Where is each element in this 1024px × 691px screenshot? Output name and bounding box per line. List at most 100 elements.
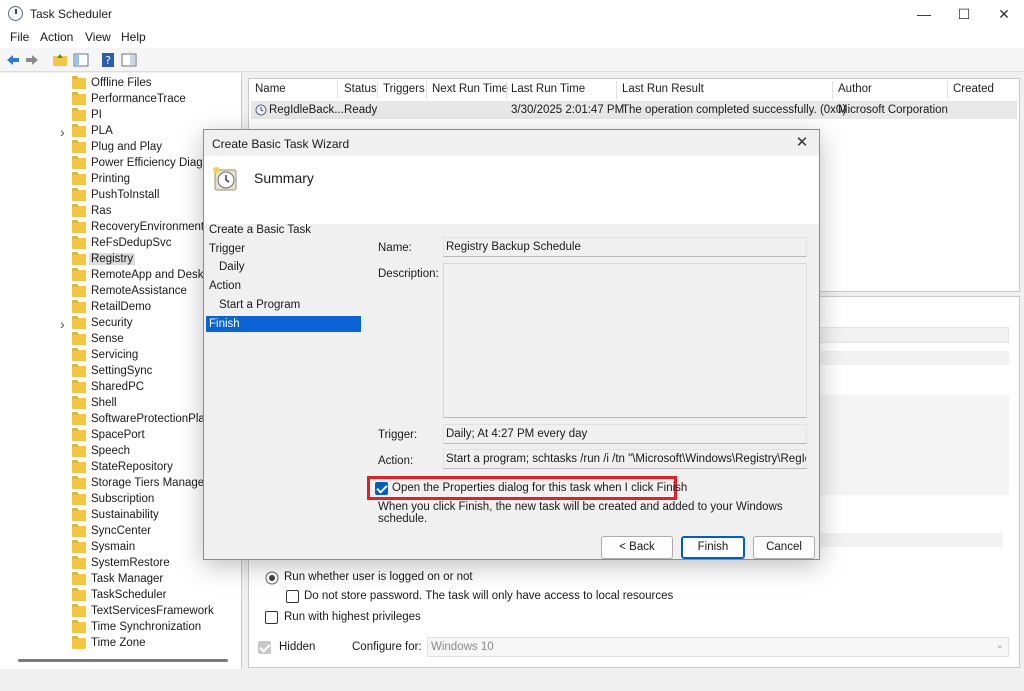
- action-field[interactable]: Start a program; schtasks /run /i /tn "\…: [443, 449, 807, 469]
- column-name[interactable]: Name: [255, 83, 286, 95]
- tree-item[interactable]: PI: [72, 108, 241, 124]
- tree-item-label: PerformanceTrace: [91, 93, 186, 105]
- column-author[interactable]: Author: [838, 83, 872, 95]
- folder-icon: [72, 588, 86, 601]
- minimize-button[interactable]: —: [904, 0, 944, 28]
- wizard-heading: Summary: [254, 170, 314, 186]
- tree-item-label: ReFsDedupSvc: [91, 237, 172, 249]
- create-basic-task-wizard: Create Basic Task Wizard ✕ Summary Name:…: [203, 129, 820, 560]
- name-field[interactable]: Registry Backup Schedule: [443, 237, 807, 257]
- folder-icon: [72, 188, 86, 201]
- configure-for-select[interactable]: Windows 10 ⌄: [427, 637, 1009, 657]
- show-hide-tree-icon[interactable]: [73, 52, 89, 68]
- folder-icon: [72, 76, 86, 89]
- tree-item[interactable]: TextServicesFramework: [72, 604, 241, 620]
- task-status: Ready: [344, 104, 378, 116]
- help-icon[interactable]: ?: [100, 52, 116, 68]
- open-properties-label: Open the Properties dialog for this task…: [392, 482, 688, 494]
- tree-item-label: PLA: [91, 125, 113, 137]
- highest-privileges-label: Run with highest privileges: [284, 611, 421, 623]
- tree-item[interactable]: Time Synchronization: [72, 620, 241, 636]
- tree-item-label: Sense: [91, 333, 124, 345]
- dialog-title: Create Basic Task Wizard: [212, 137, 350, 151]
- tree-item-label: Sysmain: [91, 541, 136, 553]
- column-status[interactable]: Status: [344, 83, 377, 95]
- trigger-label: Trigger:: [378, 429, 418, 441]
- tree-item-label: RetailDemo: [91, 301, 152, 313]
- task-last-run: 3/30/2025 2:01:47 PM: [511, 104, 625, 116]
- folder-up-icon[interactable]: [52, 52, 68, 68]
- folder-icon: [72, 252, 86, 265]
- menu-view[interactable]: View: [85, 30, 111, 44]
- forward-arrow-icon[interactable]: [24, 52, 40, 68]
- properties-pane-icon[interactable]: [121, 52, 137, 68]
- folder-icon: [72, 460, 86, 473]
- menu-file[interactable]: File: [10, 30, 29, 44]
- column-next-run-time[interactable]: Next Run Time: [432, 83, 508, 95]
- folder-icon: [72, 524, 86, 537]
- folder-icon: [72, 220, 86, 233]
- hidden-label: Hidden: [279, 641, 316, 653]
- back-button[interactable]: < Back: [601, 536, 673, 559]
- menu-help[interactable]: Help: [121, 30, 146, 44]
- tree-item-label: PushToInstall: [91, 189, 160, 201]
- column-created[interactable]: Created: [953, 83, 994, 95]
- tree-item-label: Ras: [91, 205, 112, 217]
- hidden-checkbox[interactable]: [258, 641, 271, 654]
- folder-icon: [72, 348, 86, 361]
- cancel-button[interactable]: Cancel: [753, 536, 815, 559]
- folder-icon: [72, 476, 86, 489]
- open-properties-checkbox[interactable]: [375, 482, 388, 495]
- tree-item-label: Sustainability: [91, 509, 159, 521]
- wizard-header: Summary: [204, 156, 819, 224]
- dialog-close-button[interactable]: ✕: [791, 133, 813, 153]
- finish-button[interactable]: Finish: [681, 536, 745, 559]
- folder-icon: [72, 156, 86, 169]
- folder-icon: [72, 492, 86, 505]
- tree-item-label: Printing: [91, 173, 130, 185]
- chevron-right-icon[interactable]: ›: [60, 317, 65, 331]
- tree-item[interactable]: Offline Files: [72, 76, 241, 92]
- folder-icon: [72, 172, 86, 185]
- highest-privileges-checkbox[interactable]: [265, 611, 278, 624]
- task-name: RegIdleBack...: [269, 104, 344, 116]
- folder-icon: [72, 444, 86, 457]
- configure-for-label: Configure for:: [352, 641, 422, 653]
- tree-item-label: SyncCenter: [91, 525, 152, 537]
- task-wizard-clock-icon: [213, 167, 237, 191]
- close-window-button[interactable]: ✕: [984, 0, 1024, 28]
- folder-icon: [72, 540, 86, 553]
- folder-icon: [72, 268, 86, 281]
- column-triggers[interactable]: Triggers: [383, 83, 425, 95]
- tree-item[interactable]: Time Zone: [72, 636, 241, 652]
- folder-icon: [72, 300, 86, 313]
- folder-icon: [72, 364, 86, 377]
- no-store-password-checkbox[interactable]: [286, 590, 299, 603]
- tree-item-label: Security: [91, 317, 133, 329]
- folder-icon: [72, 236, 86, 249]
- tree-item[interactable]: Task Manager: [72, 572, 241, 588]
- run-logged-on-radio[interactable]: [265, 571, 279, 585]
- tree-horizontal-scrollbar[interactable]: [18, 659, 228, 662]
- action-label: Action:: [378, 455, 414, 467]
- menu-action[interactable]: Action: [40, 30, 73, 44]
- folder-icon: [72, 508, 86, 521]
- configure-for-value: Windows 10: [431, 641, 494, 653]
- maximize-button[interactable]: ☐: [944, 0, 984, 28]
- chevron-right-icon[interactable]: ›: [60, 125, 65, 139]
- tree-item[interactable]: PerformanceTrace: [72, 92, 241, 108]
- column-last-run-time[interactable]: Last Run Time: [511, 83, 585, 95]
- task-author: Microsoft Corporation: [838, 104, 948, 116]
- description-field[interactable]: [443, 263, 807, 418]
- folder-icon: [72, 108, 86, 121]
- folder-icon: [72, 396, 86, 409]
- tree-item-label: Offline Files: [91, 77, 152, 89]
- tree-item-label: Task Manager: [91, 573, 164, 585]
- folder-icon: [72, 204, 86, 217]
- wizard-step: Create a Basic Task: [209, 224, 312, 236]
- tree-item[interactable]: TaskScheduler: [72, 588, 241, 604]
- chevron-down-icon: ⌄: [995, 640, 1004, 651]
- trigger-field[interactable]: Daily; At 4:27 PM every day: [443, 424, 807, 444]
- column-last-run-result[interactable]: Last Run Result: [622, 83, 704, 95]
- back-arrow-icon[interactable]: [5, 52, 21, 68]
